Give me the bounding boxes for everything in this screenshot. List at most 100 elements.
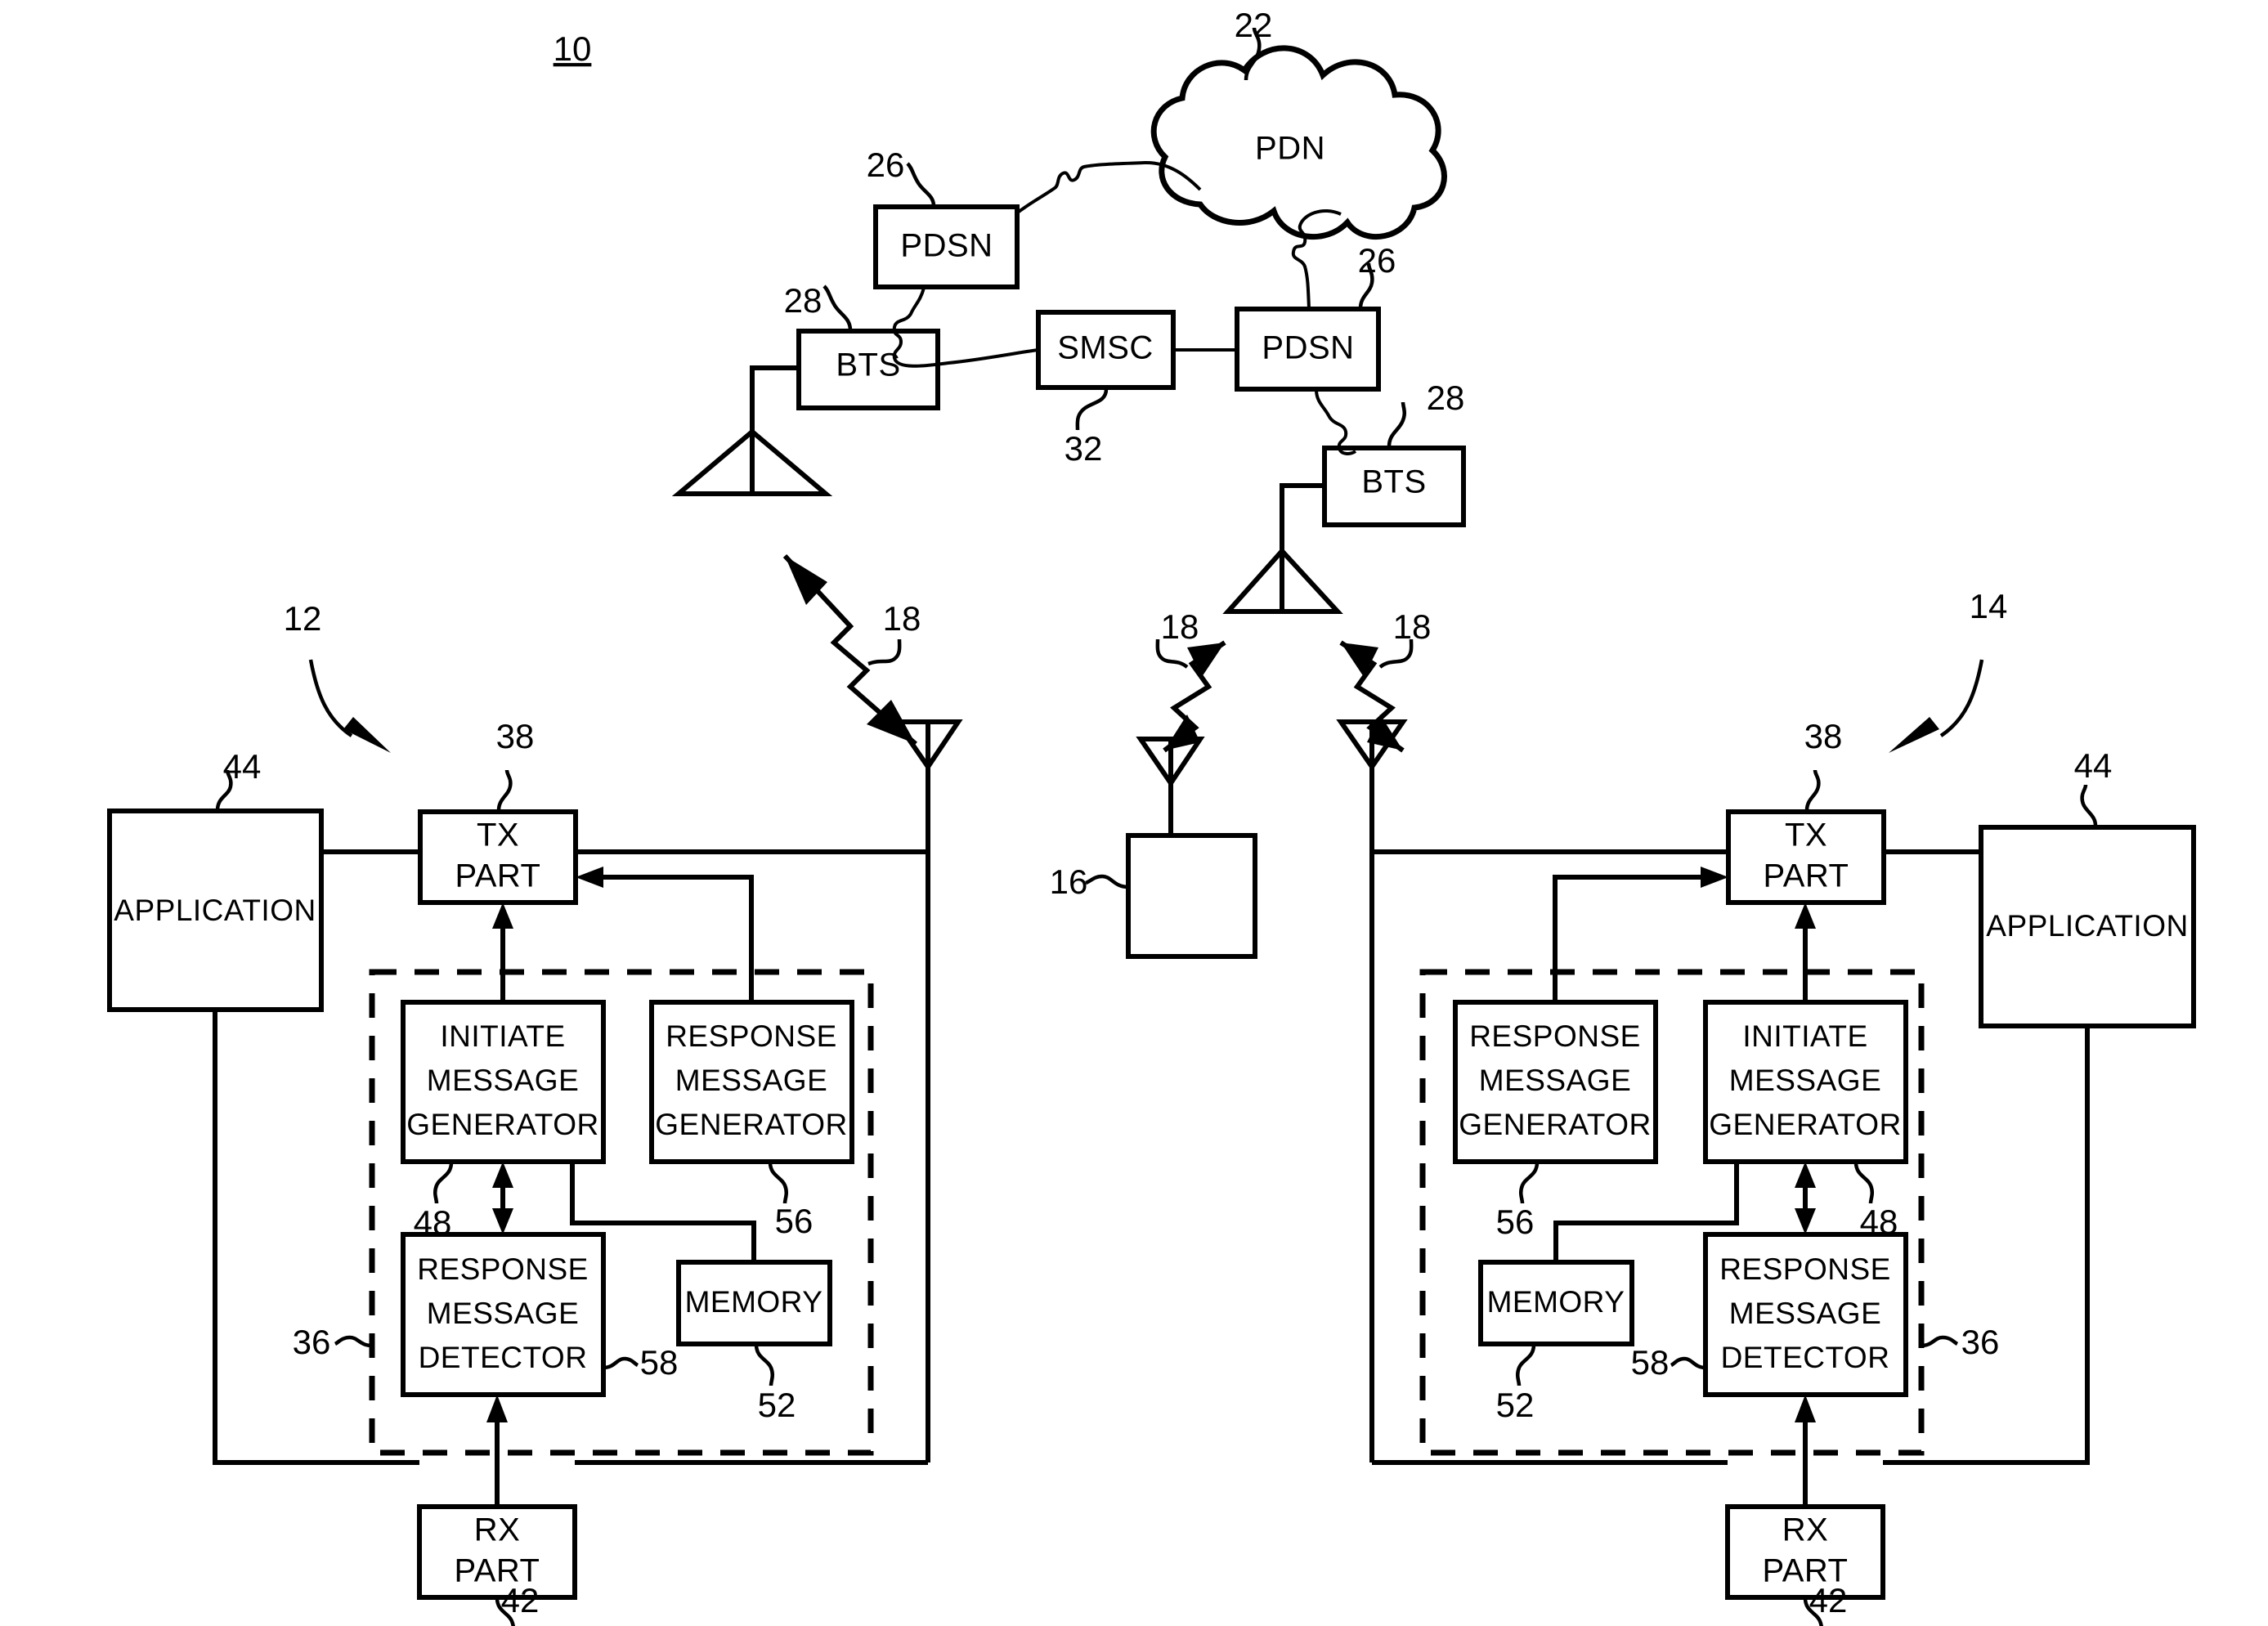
arrowhead-rmd-down-left: [492, 1208, 513, 1234]
ref-26-left: 26: [867, 146, 905, 184]
center-terminal: [1126, 737, 1257, 959]
ref-18-left: 18: [883, 599, 921, 638]
leader-56-left: [768, 1162, 789, 1204]
leader-58-right: [1670, 1356, 1706, 1370]
wire-bts-left-antenna: [750, 365, 799, 432]
leader-14-arrowhead: [1889, 717, 1939, 753]
ref-38-right: 38: [1804, 717, 1843, 755]
imgen-line3-right: GENERATOR: [1709, 1108, 1901, 1141]
rmdet-line3-right: DETECTOR: [1721, 1341, 1890, 1374]
imgen-line1-left: INITIATE: [440, 1019, 565, 1053]
ref-32: 32: [1065, 429, 1103, 468]
pdn-cloud: PDN: [1150, 45, 1447, 240]
leader-12: [308, 659, 353, 737]
device-left-antenna: [892, 719, 963, 1463]
ref-26-right: 26: [1358, 241, 1396, 280]
ref-58-left: 58: [640, 1343, 679, 1382]
air-link-center-left: [1163, 640, 1226, 753]
ref-12: 12: [284, 599, 322, 638]
arrowhead-rmg-tx-left: [576, 867, 603, 888]
arrowhead-rx-rmd-right: [1795, 1395, 1816, 1422]
rmdet-line1-right: RESPONSE: [1719, 1252, 1891, 1286]
rmgen-line1-right: RESPONSE: [1469, 1019, 1641, 1053]
arrowhead-rmd-down-right: [1795, 1208, 1816, 1234]
arrowhead-rx-rmd-left: [486, 1395, 508, 1422]
smsc-label: SMSC: [1057, 330, 1154, 366]
leader-32: [1075, 388, 1109, 431]
imgen-line2-right: MESSAGE: [1729, 1064, 1882, 1097]
tx-part-label1-right: TX: [1785, 817, 1827, 853]
ref-42-right: 42: [1809, 1581, 1848, 1619]
wire-rmg-tx-right: [1553, 875, 1710, 1002]
leader-28-left: [822, 284, 853, 331]
ref-52-right: 52: [1496, 1386, 1535, 1424]
leader-18-left: [867, 638, 902, 666]
tx-part-label2-left: PART: [455, 858, 541, 894]
rmgen-line2-left: MESSAGE: [675, 1064, 828, 1097]
arrowhead-img-up-left: [492, 1162, 513, 1188]
leader-48-left: [433, 1162, 454, 1204]
ref-22: 22: [1235, 6, 1273, 44]
wire-rx-app-right: [1883, 1026, 2090, 1465]
air-link-left: [782, 553, 917, 746]
arrowhead-rmg-tx-right: [1701, 867, 1728, 888]
ref-36-right: 36: [1961, 1323, 2000, 1361]
leader-26-left: [906, 162, 936, 207]
application-label-right: APPLICATION: [1986, 909, 2188, 943]
leader-48-right: [1853, 1162, 1875, 1204]
rmgen-line2-right: MESSAGE: [1479, 1064, 1632, 1097]
wire-rx-app-left: [213, 1010, 419, 1465]
wire-rmg-tx-left: [594, 875, 754, 1002]
patent-figure-canvas: 10 PDN 22 PDSN 26 SMSC 32 PDSN 26 BTS 28…: [0, 0, 2268, 1626]
leader-38-right: [1804, 769, 1821, 811]
leader-44-right: [2080, 784, 2098, 826]
wire-bts-right-antenna: [1280, 483, 1324, 551]
ref-28-right: 28: [1427, 379, 1465, 417]
pdsn-right-label: PDSN: [1262, 330, 1354, 366]
ref-16: 16: [1050, 862, 1088, 901]
ref-36-left: 36: [293, 1323, 331, 1361]
tx-part-label2-right: PART: [1764, 858, 1849, 894]
ref-18-center-right: 18: [1393, 607, 1432, 646]
figure-number: 10: [554, 29, 592, 68]
imgen-line2-left: MESSAGE: [427, 1064, 580, 1097]
leader-28-right: [1387, 401, 1407, 447]
bts-left-label: BTS: [836, 347, 900, 383]
bts-right-label: BTS: [1361, 464, 1426, 500]
rmgen-line1-left: RESPONSE: [666, 1019, 837, 1053]
ref-44-left: 44: [223, 747, 262, 786]
antenna-bts-left: [671, 428, 833, 496]
arrowhead-img-up-right: [1795, 1162, 1816, 1188]
imgen-line1-right: INITIATE: [1742, 1019, 1867, 1053]
ref-56-right: 56: [1496, 1203, 1535, 1241]
memory-label-right: MEMORY: [1487, 1285, 1625, 1319]
rmdet-line2-right: MESSAGE: [1729, 1297, 1882, 1330]
antenna-bts-right: [1222, 547, 1343, 614]
diagram-svg: 10 PDN 22 PDSN 26 SMSC 32 PDSN 26 BTS 28…: [107, 6, 2196, 1626]
rmdet-line3-left: DETECTOR: [419, 1341, 588, 1374]
ref-58-right: 58: [1631, 1343, 1670, 1382]
ref-38-left: 38: [496, 717, 535, 755]
rx-part-label1-right: RX: [1782, 1512, 1829, 1548]
application-label-left: APPLICATION: [114, 894, 316, 927]
imgen-line3-left: GENERATOR: [406, 1108, 598, 1141]
rx-part-label1-left: RX: [474, 1512, 521, 1548]
leader-36-right: [1921, 1335, 1959, 1348]
leader-36-left: [334, 1335, 373, 1348]
leader-38-left: [496, 769, 513, 811]
arrowhead-img-tx-left: [492, 903, 513, 929]
device-right-antenna: [1336, 719, 1408, 1463]
leader-56-right: [1518, 1162, 1540, 1204]
leader-14: [1939, 659, 1984, 737]
leader-58-left: [603, 1356, 639, 1370]
ref-18-center-left: 18: [1161, 607, 1199, 646]
rmgen-line3-right: GENERATOR: [1459, 1108, 1651, 1141]
tx-part-label1-left: TX: [477, 817, 519, 853]
center-terminal-box: [1126, 833, 1257, 959]
leader-16: [1085, 874, 1129, 889]
rmdet-line2-left: MESSAGE: [427, 1297, 580, 1330]
pdn-label: PDN: [1255, 131, 1325, 167]
leader-52-right: [1515, 1344, 1536, 1386]
ref-14: 14: [1970, 587, 2008, 625]
leader-52-left: [754, 1344, 775, 1386]
